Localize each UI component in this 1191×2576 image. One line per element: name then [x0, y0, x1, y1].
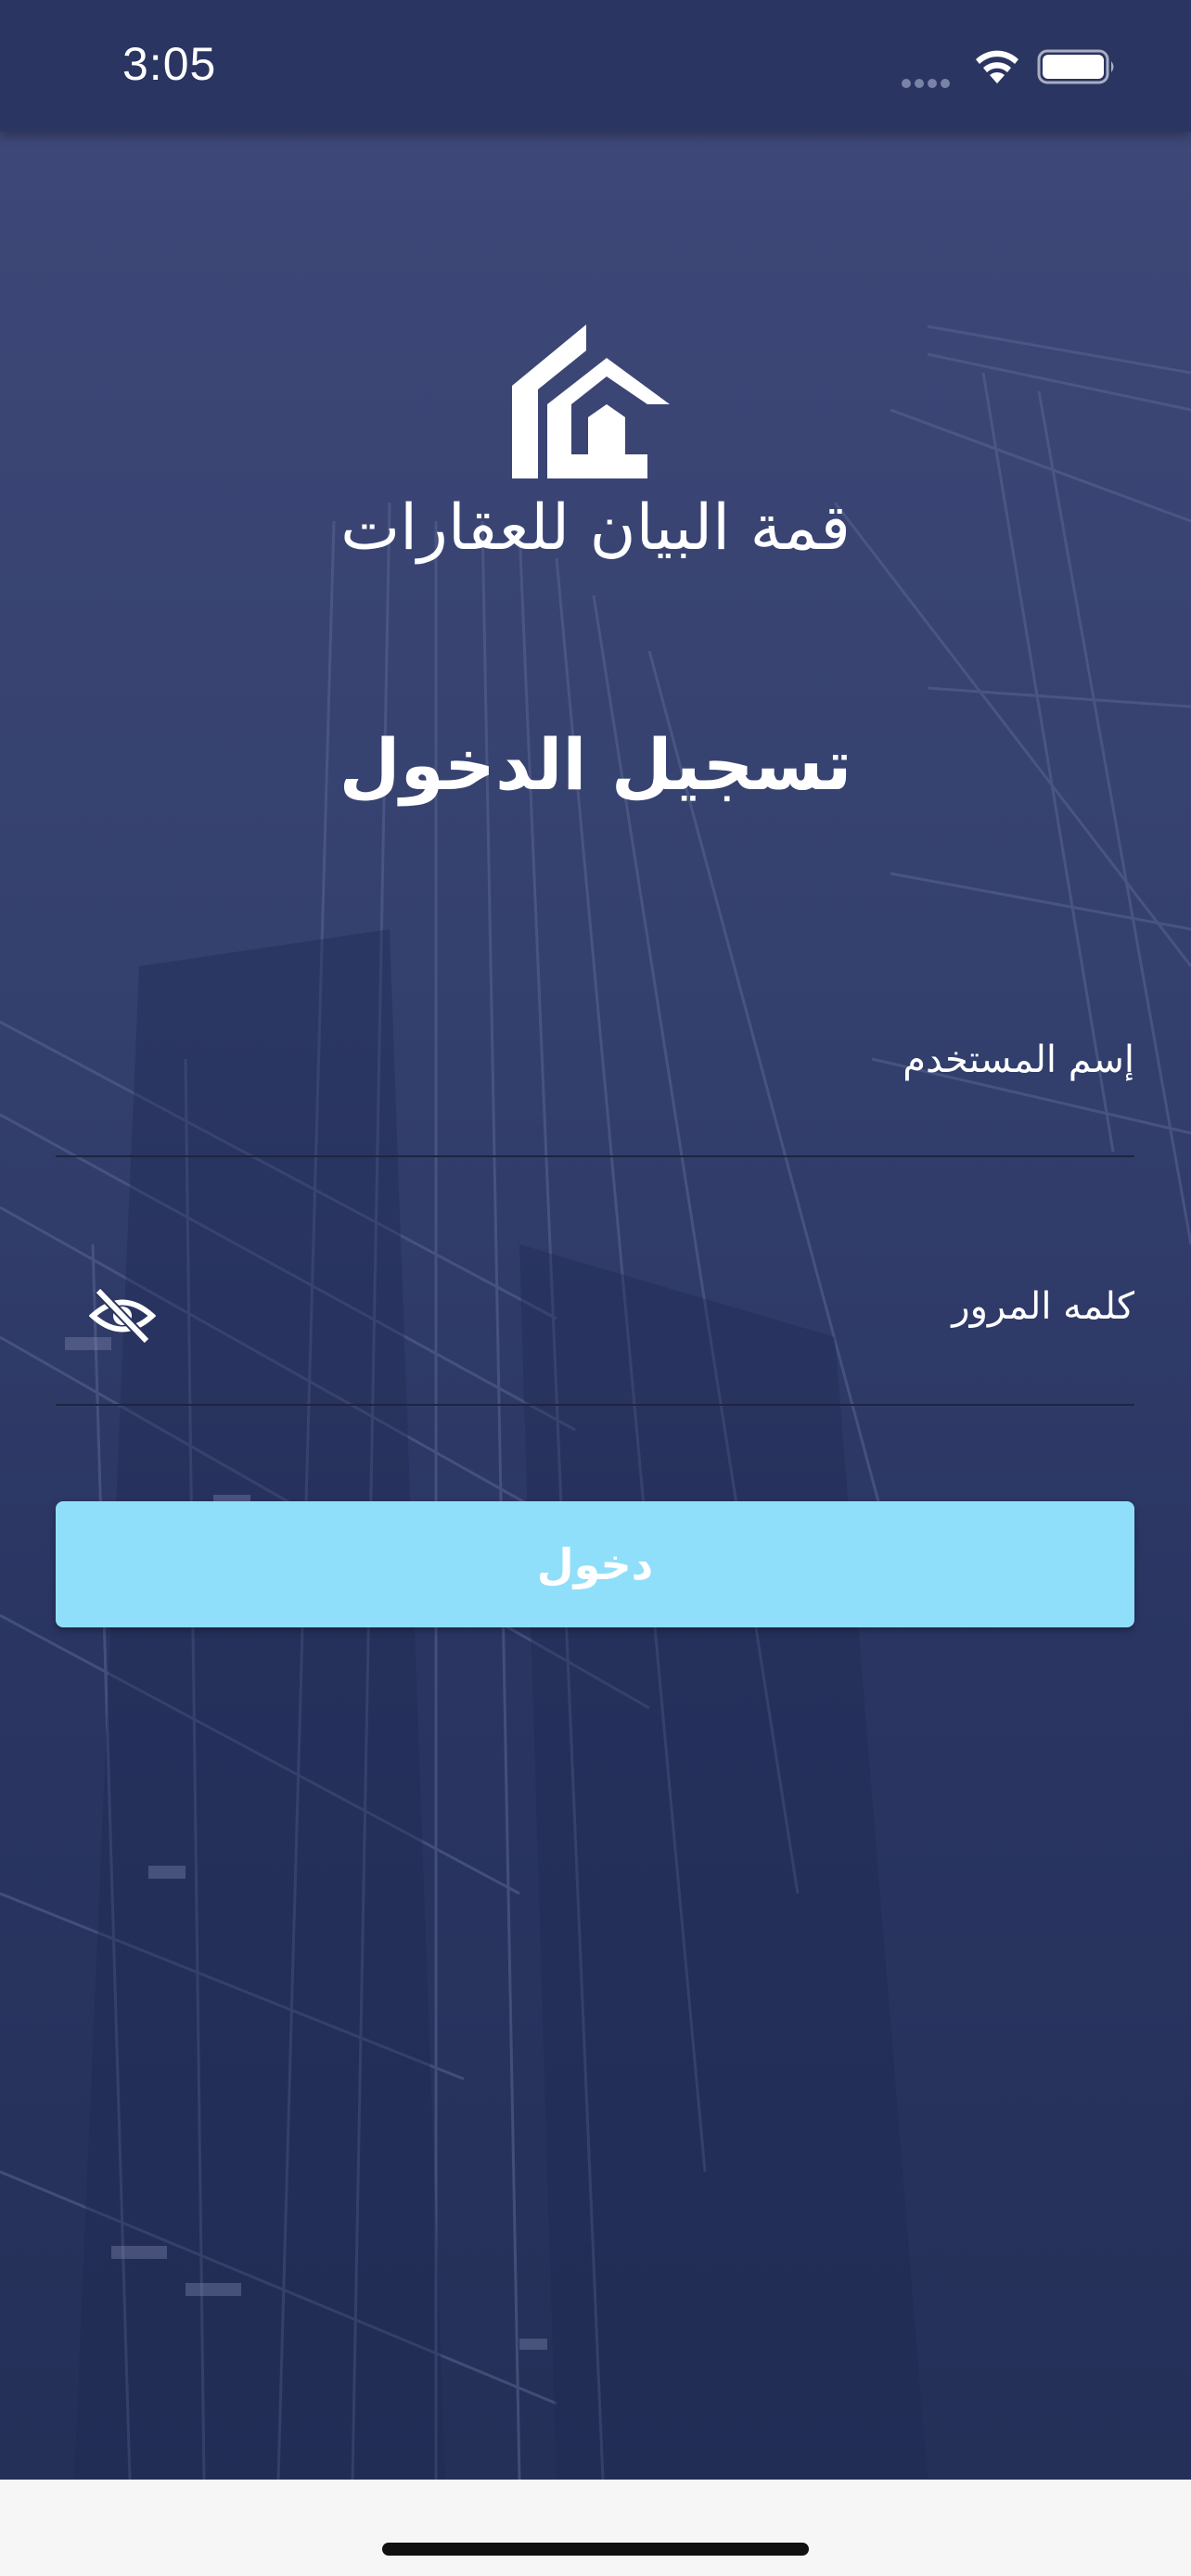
password-field[interactable]: كلمه المرور — [56, 1267, 1134, 1406]
status-time: 3:05 — [122, 38, 217, 90]
bottom-bar — [0, 2480, 1191, 2576]
login-button[interactable]: دخول — [56, 1501, 1134, 1627]
home-indicator[interactable] — [382, 2543, 809, 2556]
eye-off-icon[interactable] — [89, 1285, 156, 1346]
page-title: تسجيل الدخول — [339, 723, 852, 806]
wifi-icon — [976, 50, 1018, 83]
password-label: كلمه المرور — [952, 1285, 1134, 1328]
username-label: إسم المستخدم — [903, 1039, 1134, 1081]
battery-icon — [1037, 49, 1114, 84]
cellular-signal-icon — [902, 74, 955, 88]
status-bar: 3:05 — [0, 0, 1191, 132]
username-field[interactable]: إسم المستخدم — [56, 1020, 1134, 1157]
brand-name: قمة البيان للعقارات — [340, 491, 851, 565]
house-logo-icon — [512, 325, 670, 478]
